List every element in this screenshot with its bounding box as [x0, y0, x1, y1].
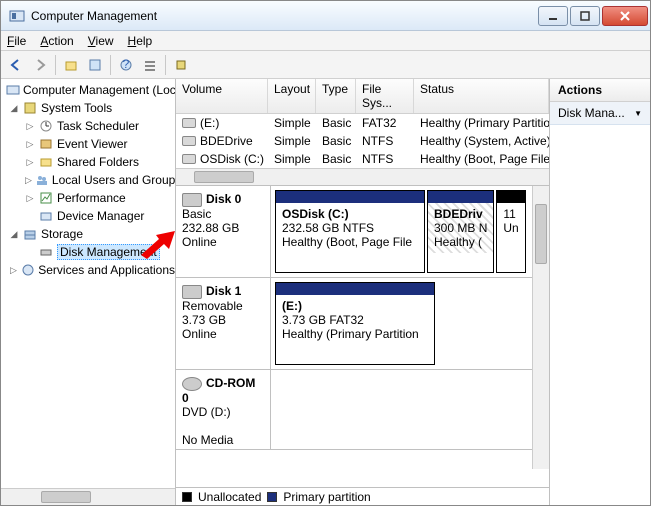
- disk-row-1[interactable]: Disk 1 Removable 3.73 GB Online (E:)3.73…: [176, 278, 549, 370]
- legend-swatch-unallocated: [182, 492, 192, 502]
- volume-row[interactable]: BDEDriveSimpleBasicNTFSHealthy (System, …: [176, 132, 549, 150]
- volume-icon: [182, 136, 196, 146]
- volume-header: Volume Layout Type File Sys... Status: [176, 79, 549, 114]
- menubar: File Action View Help: [1, 31, 650, 51]
- help-button[interactable]: ?: [115, 54, 137, 76]
- tree-local-users[interactable]: ▷Local Users and Groups: [1, 171, 175, 189]
- event-icon: [38, 136, 54, 152]
- disk-mgmt-icon: [38, 244, 54, 260]
- expand-icon[interactable]: ▷: [25, 139, 35, 150]
- partition-unallocated[interactable]: 11Un: [496, 190, 525, 273]
- up-button[interactable]: [60, 54, 82, 76]
- menu-action[interactable]: Action: [40, 34, 73, 48]
- titlebar: Computer Management: [1, 1, 650, 31]
- tree-shared-folders[interactable]: ▷Shared Folders: [1, 153, 175, 171]
- disk-icon: [182, 193, 202, 207]
- volume-h-scrollbar[interactable]: [176, 168, 549, 185]
- col-volume[interactable]: Volume: [176, 79, 268, 113]
- legend-label: Primary partition: [283, 490, 370, 504]
- close-button[interactable]: [602, 6, 648, 26]
- device-icon: [38, 208, 54, 224]
- volume-row[interactable]: OSDisk (C:)SimpleBasicNTFSHealthy (Boot,…: [176, 150, 549, 168]
- disk-v-scrollbar[interactable]: [532, 186, 549, 469]
- app-icon: [9, 8, 25, 24]
- services-icon: [21, 262, 35, 278]
- back-button[interactable]: [5, 54, 27, 76]
- expand-icon[interactable]: ▷: [25, 121, 35, 132]
- expand-icon[interactable]: ▷: [25, 175, 32, 186]
- tree-services[interactable]: ▷Services and Applications: [1, 261, 175, 279]
- center-pane: Volume Layout Type File Sys... Status (E…: [176, 79, 550, 505]
- tree-performance[interactable]: ▷Performance: [1, 189, 175, 207]
- computer-icon: [6, 82, 20, 98]
- forward-button[interactable]: [29, 54, 51, 76]
- col-layout[interactable]: Layout: [268, 79, 316, 113]
- minimize-button[interactable]: [538, 6, 568, 26]
- actions-header: Actions: [550, 79, 650, 102]
- dropdown-arrow-icon: ▼: [634, 109, 642, 118]
- tree-event-viewer[interactable]: ▷Event Viewer: [1, 135, 175, 153]
- partition-bdedrive[interactable]: BDEDriv300 MB NHealthy (: [427, 190, 494, 273]
- disk-icon: [182, 285, 202, 299]
- expand-icon[interactable]: ▷: [9, 265, 18, 276]
- window-title: Computer Management: [31, 9, 536, 23]
- folder-icon: [38, 154, 54, 170]
- tools-icon: [22, 100, 38, 116]
- refresh-settings-button[interactable]: [170, 54, 192, 76]
- collapse-icon[interactable]: ◢: [9, 103, 19, 114]
- maximize-button[interactable]: [570, 6, 600, 26]
- col-type[interactable]: Type: [316, 79, 356, 113]
- disk-info: CD-ROM 0 DVD (D:) No Media: [176, 370, 271, 449]
- legend-label: Unallocated: [198, 490, 261, 504]
- legend-swatch-primary: [267, 492, 277, 502]
- volume-row[interactable]: (E:)SimpleBasicFAT32Healthy (Primary Par…: [176, 114, 549, 132]
- disk-graphical-view: Disk 0 Basic 232.88 GB Online OSDisk (C:…: [176, 186, 549, 487]
- menu-file[interactable]: File: [7, 34, 26, 48]
- tree-pane: Computer Management (Local) ◢ System Too…: [1, 79, 176, 505]
- disk-info: Disk 0 Basic 232.88 GB Online: [176, 186, 271, 277]
- volume-icon: [182, 118, 196, 128]
- col-status[interactable]: Status: [414, 79, 549, 113]
- tree-h-scrollbar[interactable]: [1, 488, 175, 505]
- toolbar: ?: [1, 51, 650, 79]
- expand-icon[interactable]: ▷: [25, 157, 35, 168]
- volume-list: Volume Layout Type File Sys... Status (E…: [176, 79, 549, 186]
- tree-task-scheduler[interactable]: ▷Task Scheduler: [1, 117, 175, 135]
- tree-root[interactable]: Computer Management (Local): [1, 81, 175, 99]
- volume-icon: [182, 154, 196, 164]
- disk-row-0[interactable]: Disk 0 Basic 232.88 GB Online OSDisk (C:…: [176, 186, 549, 278]
- tree-storage[interactable]: ◢Storage: [1, 225, 175, 243]
- partition-e[interactable]: (E:)3.73 GB FAT32Healthy (Primary Partit…: [275, 282, 435, 365]
- col-fs[interactable]: File Sys...: [356, 79, 414, 113]
- tree-system-tools[interactable]: ◢ System Tools: [1, 99, 175, 117]
- actions-item-disk-management[interactable]: Disk Mana... ▼: [550, 102, 650, 125]
- collapse-icon[interactable]: ◢: [9, 229, 19, 240]
- partition-c[interactable]: OSDisk (C:)232.58 GB NTFSHealthy (Boot, …: [275, 190, 425, 273]
- view-list-button[interactable]: [139, 54, 161, 76]
- menu-help[interactable]: Help: [128, 34, 153, 48]
- performance-icon: [38, 190, 54, 206]
- storage-icon: [22, 226, 38, 242]
- expand-icon[interactable]: ▷: [25, 193, 35, 204]
- actions-pane: Actions Disk Mana... ▼: [550, 79, 650, 505]
- users-icon: [35, 172, 49, 188]
- tree-disk-management[interactable]: Disk Management: [1, 243, 175, 261]
- legend: Unallocated Primary partition: [176, 487, 549, 505]
- cd-icon: [182, 377, 202, 391]
- disk-row-cd[interactable]: CD-ROM 0 DVD (D:) No Media: [176, 370, 549, 450]
- svg-text:?: ?: [123, 58, 130, 71]
- clock-icon: [38, 118, 54, 134]
- properties-button[interactable]: [84, 54, 106, 76]
- nav-tree: Computer Management (Local) ◢ System Too…: [1, 79, 175, 488]
- menu-view[interactable]: View: [88, 34, 114, 48]
- main-area: Computer Management (Local) ◢ System Too…: [1, 79, 650, 505]
- disk-info: Disk 1 Removable 3.73 GB Online: [176, 278, 271, 369]
- tree-device-manager[interactable]: Device Manager: [1, 207, 175, 225]
